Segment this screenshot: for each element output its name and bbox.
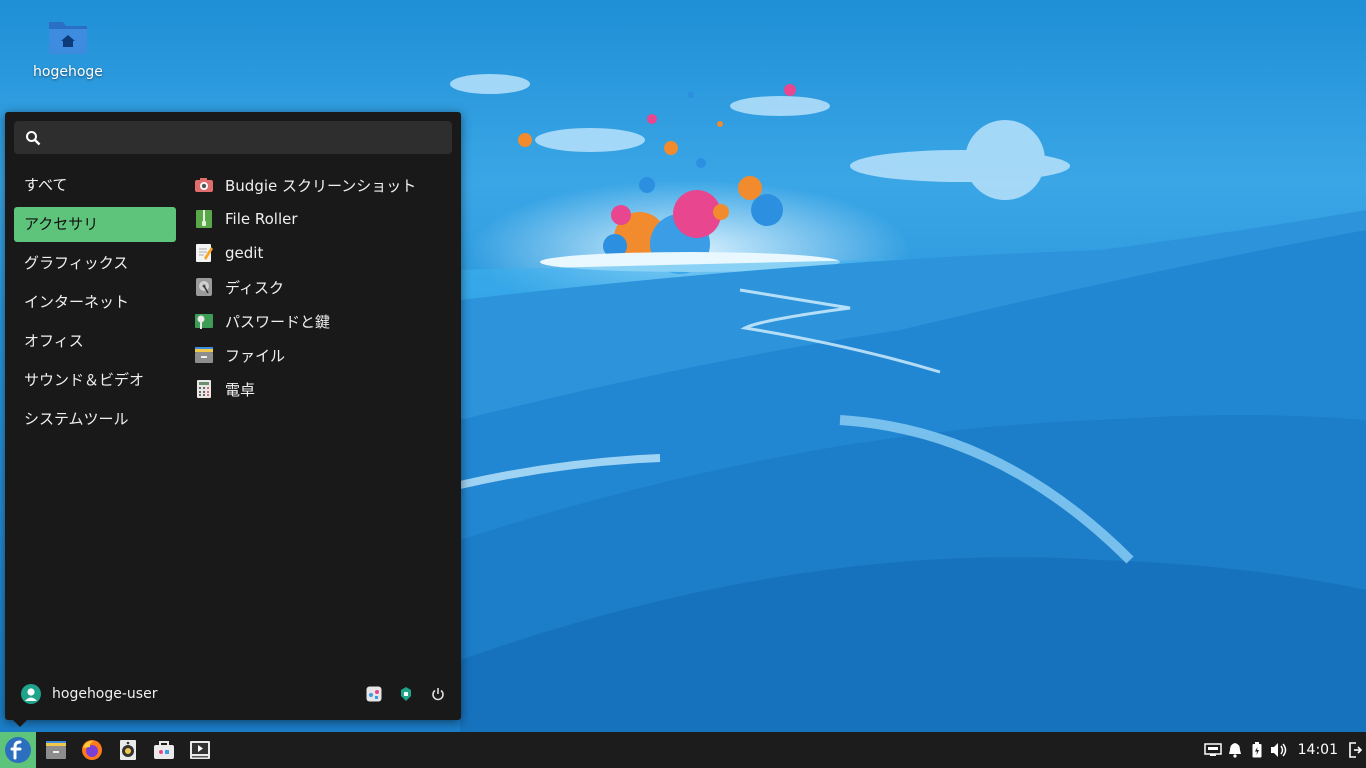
app-label: パスワードと鍵	[225, 312, 331, 331]
user-name: hogehoge-user	[52, 686, 158, 702]
firefox-icon[interactable]	[74, 732, 110, 768]
category-graphics[interactable]: グラフィックス	[14, 246, 176, 281]
notification-bell-icon[interactable]	[1224, 732, 1246, 768]
category-internet[interactable]: インターネット	[14, 285, 176, 320]
files-icon[interactable]	[38, 732, 74, 768]
desktop-home-folder[interactable]: hogehoge	[24, 14, 112, 80]
category-system-tools[interactable]: システムツール	[14, 402, 176, 437]
category-list: すべて アクセサリ グラフィックス インターネット オフィス サウンド＆ビデオ …	[14, 168, 176, 441]
app-label: Budgie スクリーンショット	[225, 176, 417, 195]
system-tray: 14:01	[1202, 732, 1366, 768]
text-editor-icon	[193, 242, 215, 264]
software-icon[interactable]	[146, 732, 182, 768]
app-label: 電卓	[225, 380, 256, 399]
menu-launcher-button[interactable]	[0, 732, 36, 768]
home-folder-icon	[47, 18, 89, 56]
category-office[interactable]: オフィス	[14, 324, 176, 359]
menu-pointer	[12, 719, 28, 727]
rhythmbox-icon[interactable]	[110, 732, 146, 768]
search-box[interactable]	[14, 121, 452, 156]
app-files[interactable]: ファイル	[193, 338, 455, 372]
app-passwords-keys[interactable]: パスワードと鍵	[193, 304, 455, 338]
network-icon[interactable]	[1202, 732, 1224, 768]
archive-icon	[193, 208, 215, 230]
app-disks[interactable]: ディスク	[193, 270, 455, 304]
key-icon	[193, 310, 215, 332]
camera-icon	[193, 174, 215, 196]
fedora-icon	[5, 737, 31, 763]
category-accessories[interactable]: アクセサリ	[14, 207, 176, 242]
volume-icon[interactable]	[1268, 732, 1290, 768]
search-input[interactable]	[54, 121, 448, 156]
app-menu: すべて アクセサリ グラフィックス インターネット オフィス サウンド＆ビデオ …	[5, 112, 461, 720]
app-list: Budgie スクリーンショット File Roller gedit ディスク …	[193, 168, 455, 406]
logout-icon[interactable]	[1344, 732, 1366, 768]
battery-icon[interactable]	[1246, 732, 1268, 768]
app-calculator[interactable]: 電卓	[193, 372, 455, 406]
app-gedit[interactable]: gedit	[193, 236, 455, 270]
app-label: gedit	[225, 244, 264, 262]
app-file-roller[interactable]: File Roller	[193, 202, 455, 236]
video-player-icon[interactable]	[182, 732, 218, 768]
settings-icon[interactable]	[365, 685, 383, 703]
file-manager-icon	[193, 344, 215, 366]
app-label: File Roller	[225, 210, 298, 228]
calculator-icon	[193, 378, 215, 400]
app-label: ファイル	[225, 346, 286, 365]
lock-icon[interactable]	[397, 685, 415, 703]
user-button[interactable]: hogehoge-user	[21, 684, 157, 704]
app-budgie-screenshot[interactable]: Budgie スクリーンショット	[193, 168, 455, 202]
desktop-icon-label: hogehoge	[33, 64, 103, 80]
category-all[interactable]: すべて	[14, 168, 176, 203]
category-sound-video[interactable]: サウンド＆ビデオ	[14, 363, 176, 398]
app-label: ディスク	[225, 278, 284, 297]
avatar	[21, 684, 41, 704]
menu-actions	[365, 685, 447, 703]
search-icon	[26, 131, 41, 146]
bottom-panel: 14:01	[0, 732, 1366, 768]
power-icon[interactable]	[429, 685, 447, 703]
clock[interactable]: 14:01	[1298, 742, 1338, 758]
disk-icon	[193, 276, 215, 298]
taskbar	[38, 732, 218, 768]
